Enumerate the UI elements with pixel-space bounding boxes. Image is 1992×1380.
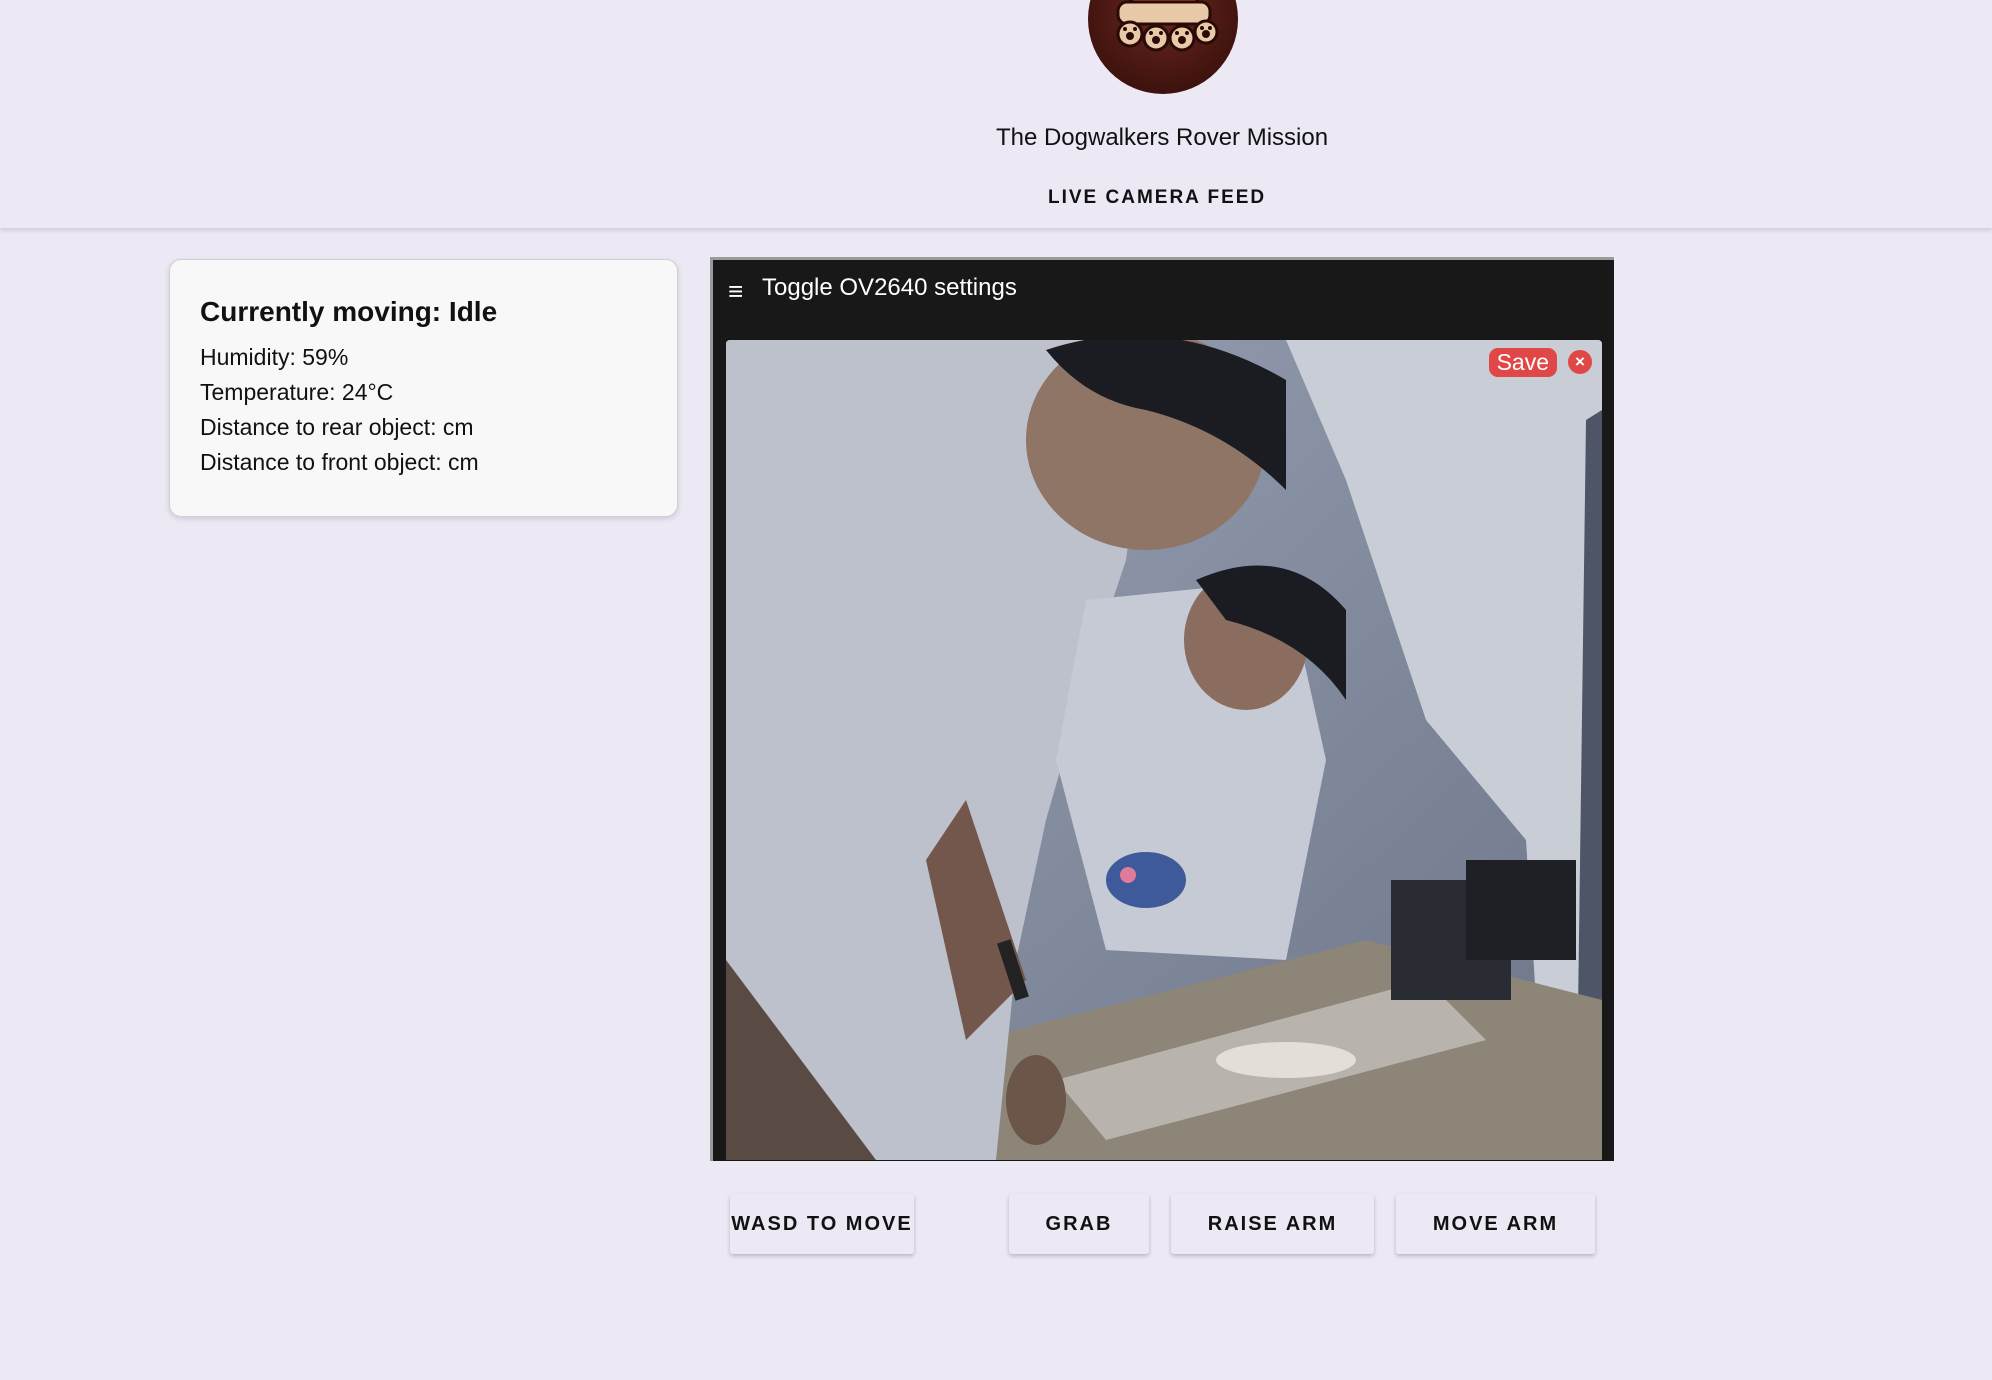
toggle-settings-label[interactable]: Toggle OV2640 settings <box>762 274 1017 302</box>
camera-stream-image: Save × <box>726 340 1602 1160</box>
raise-arm-button[interactable]: RAISE ARM <box>1171 1194 1374 1254</box>
humidity-reading: Humidity: 59% <box>200 344 349 370</box>
wasd-move-button[interactable]: WASD TO MOVE <box>730 1194 914 1254</box>
top-navbar: LIVE CAMERA FEED <box>0 166 1992 228</box>
close-stream-icon[interactable]: × <box>1568 350 1592 374</box>
rear-distance-reading: Distance to rear object: cm <box>200 414 474 440</box>
hamburger-menu-icon[interactable]: ≡ <box>728 276 743 307</box>
camera-panel: ≡ Toggle OV2640 settings Save × <box>710 257 1614 1161</box>
grab-button[interactable]: GRAB <box>1009 1194 1149 1254</box>
page-header: The Dogwalkers Rover Mission <box>0 0 1992 167</box>
rover-status-card: Currently moving: Idle Humidity: 59% Tem… <box>169 259 678 517</box>
rover-logo-image <box>1088 0 1238 94</box>
nav-live-camera-feed[interactable]: LIVE CAMERA FEED <box>1048 187 1266 209</box>
rover-logo-graphic <box>1116 0 1219 52</box>
site-title: The Dogwalkers Rover Mission <box>995 124 1329 151</box>
moving-status: Currently moving: Idle <box>200 296 498 327</box>
front-distance-reading: Distance to front object: cm <box>200 449 479 475</box>
move-arm-button[interactable]: MOVE ARM <box>1396 1194 1595 1254</box>
camera-frame-graphic <box>726 340 1602 1160</box>
temperature-reading: Temperature: 24°C <box>200 379 394 405</box>
save-snapshot-button[interactable]: Save <box>1488 348 1557 377</box>
